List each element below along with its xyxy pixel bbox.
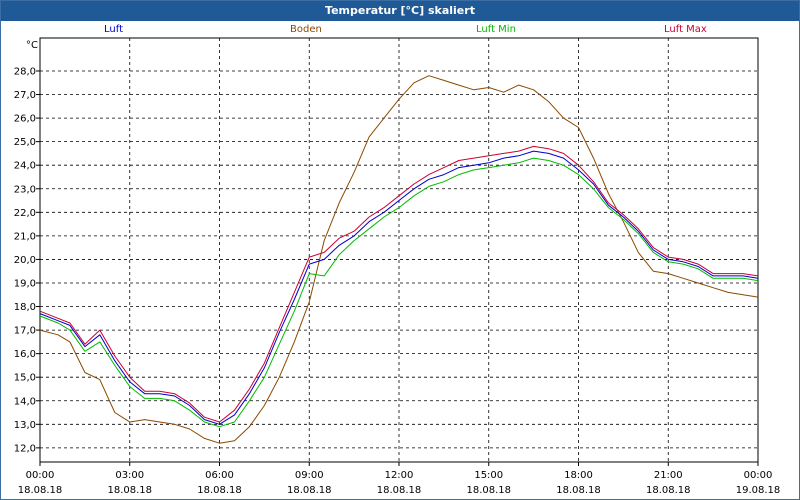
x-tick-time: 18:00 xyxy=(564,470,593,481)
x-tick-date: 18.08.18 xyxy=(377,485,422,496)
y-axis-unit: °C xyxy=(26,40,38,51)
x-axis-ticks: 00:00 18.08.18 03:00 18.08.18 06:00 18.08.18 0… xyxy=(18,462,781,496)
y-tick-label: 23,0 xyxy=(14,184,36,195)
x-tick-date: 18.08.18 xyxy=(107,485,152,496)
x-tick-date: 18.08.18 xyxy=(646,485,691,496)
x-tick-date: 18.08.18 xyxy=(18,485,63,496)
x-tick-time: 00:00 xyxy=(744,470,773,481)
x-tick-time: 06:00 xyxy=(205,470,234,481)
x-tick-date: 18.08.18 xyxy=(197,485,242,496)
y-tick-label: 27,0 xyxy=(14,90,36,101)
x-tick-date: 18.08.18 xyxy=(556,485,601,496)
y-tick-label: 13,0 xyxy=(14,420,36,431)
x-tick-time: 15:00 xyxy=(474,470,503,481)
y-tick-label: 21,0 xyxy=(14,231,36,242)
temperature-line-chart: °C 12,0 13,0 14,0 15,0 16,0 17,0 18,0 19,0 20,0 2… xyxy=(14,37,781,496)
y-tick-label: 12,0 xyxy=(14,443,36,454)
y-tick-label: 26,0 xyxy=(14,114,36,125)
y-tick-label: 20,0 xyxy=(14,255,36,266)
y-tick-label: 17,0 xyxy=(14,326,36,337)
y-tick-label: 22,0 xyxy=(14,208,36,219)
x-tick-time: 00:00 xyxy=(26,470,55,481)
y-axis-ticks: 12,0 13,0 14,0 15,0 16,0 17,0 18,0 19,0 20,0 21,0… xyxy=(14,66,40,454)
y-tick-label: 14,0 xyxy=(14,396,36,407)
y-tick-label: 15,0 xyxy=(14,373,36,384)
y-tick-label: 16,0 xyxy=(14,349,36,360)
x-tick-time: 12:00 xyxy=(385,470,414,481)
y-tick-label: 28,0 xyxy=(14,66,36,77)
x-tick-date: 19.08.18 xyxy=(736,485,781,496)
x-tick-time: 09:00 xyxy=(295,470,324,481)
series-line-luft xyxy=(39,150,759,425)
y-tick-label: 25,0 xyxy=(14,137,36,148)
x-tick-time: 21:00 xyxy=(654,470,683,481)
y-tick-label: 18,0 xyxy=(14,302,36,313)
y-tick-label: 19,0 xyxy=(14,278,36,289)
x-tick-time: 03:00 xyxy=(115,470,144,481)
x-tick-date: 18.08.18 xyxy=(287,485,332,496)
x-tick-date: 18.08.18 xyxy=(466,485,511,496)
y-tick-label: 24,0 xyxy=(14,161,36,172)
